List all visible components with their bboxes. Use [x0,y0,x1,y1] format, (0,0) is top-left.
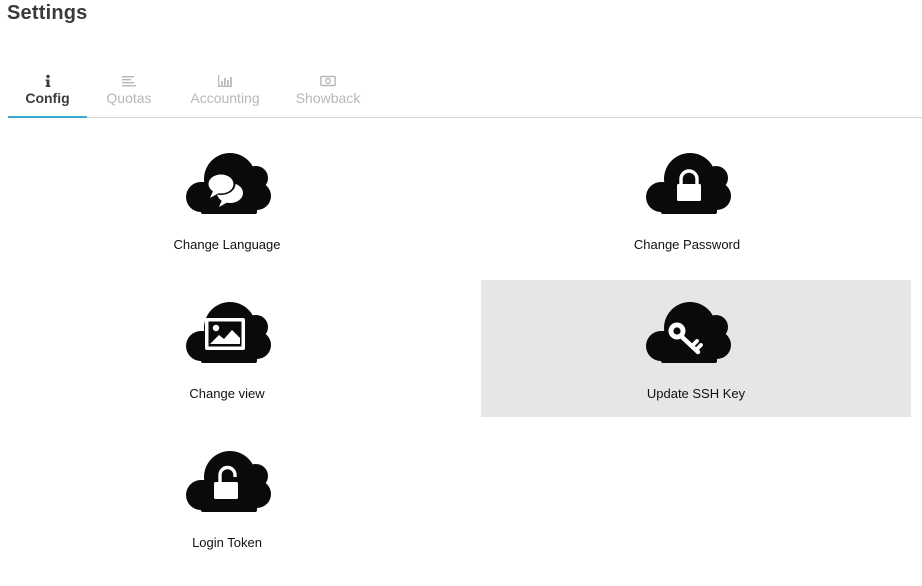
login-token-tile[interactable]: Login Token [12,450,442,586]
settings-tabs: Config Quotas Accounting Showback [8,70,922,118]
tile-label: Login Token [192,535,262,550]
tab-quotas[interactable]: Quotas [97,70,161,117]
lock-icon [646,153,731,214]
tab-accounting[interactable]: Accounting [181,70,269,117]
picture-icon [186,302,271,363]
tile-label: Update SSH Key [646,386,746,401]
tab-label: Showback [295,90,361,106]
tab-showback[interactable]: Showback [290,70,366,117]
bar-chart-icon [218,75,232,87]
tab-label: Accounting [190,90,260,106]
change-language-tile[interactable]: Change Language [12,152,442,288]
page-title: Settings [7,2,88,24]
update-ssh-key-tile[interactable]: Update SSH Key [481,280,911,417]
unlock-icon [186,451,271,512]
tile-label: Change Password [633,237,741,252]
tile-label: Change Language [173,237,281,252]
change-password-tile[interactable]: Change Password [472,152,902,288]
info-icon [45,74,50,87]
tab-label: Config [25,90,70,106]
key-icon [646,302,731,363]
chat-bubbles-icon [186,153,271,214]
align-left-icon [122,76,136,87]
change-view-tile[interactable]: Change view [12,301,442,437]
tile-label: Change view [189,386,265,401]
tab-label: Quotas [106,90,152,106]
tab-config[interactable]: Config [8,70,87,118]
money-icon [320,75,336,87]
